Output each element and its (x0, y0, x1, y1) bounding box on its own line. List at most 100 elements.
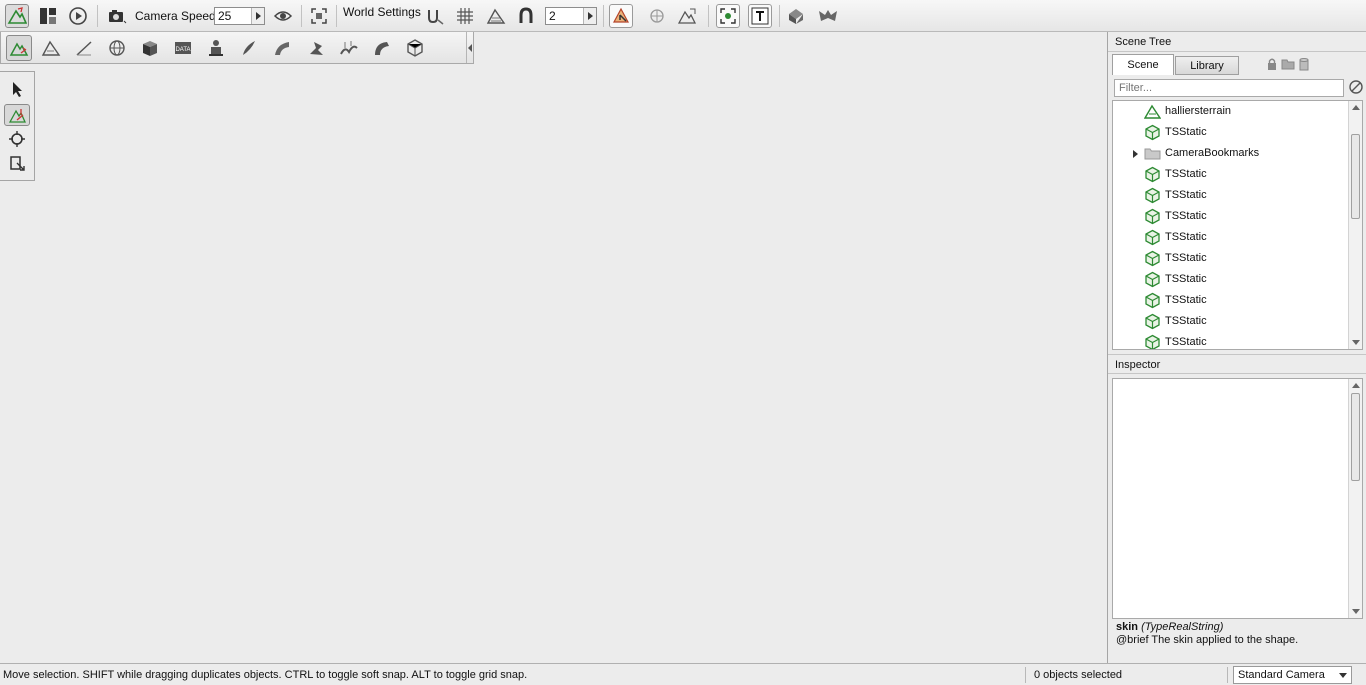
text-labels-icon[interactable] (748, 4, 772, 28)
tree-item[interactable]: TSStatic (1113, 248, 1349, 269)
tree-item-label: halliersterrain (1165, 105, 1232, 117)
snap-to-terrain-icon[interactable] (423, 4, 447, 28)
palette-collapse-handle[interactable] (466, 32, 473, 63)
inspector-scrollbar[interactable] (1348, 379, 1362, 618)
tsstatic-icon (1145, 166, 1160, 183)
camera-speed-value[interactable]: 25 (215, 9, 251, 23)
road-center-line (541, 361, 617, 663)
camera-icon[interactable] (105, 4, 129, 28)
terrain-icon (1144, 104, 1161, 119)
scroll-up-icon[interactable] (1352, 383, 1360, 388)
tree-item-label: TSStatic (1165, 168, 1207, 180)
tree-item[interactable]: TSStatic (1113, 227, 1349, 248)
snap-size-value[interactable]: 2 (546, 9, 583, 23)
tree-item[interactable]: TSStatic (1113, 332, 1349, 349)
scroll-up-icon[interactable] (1352, 105, 1360, 110)
data-block-icon[interactable]: DATA (170, 35, 196, 61)
terrain-snap-icon[interactable] (484, 4, 508, 28)
cube-icon[interactable] (137, 35, 163, 61)
tree-item-label: CameraBookmarks (1165, 147, 1260, 159)
delete-bin-icon[interactable] (1297, 57, 1311, 71)
object-label: halliersterrain (403, 396, 470, 408)
tab-library[interactable]: Library (1175, 56, 1239, 75)
new-folder-icon[interactable] (1281, 57, 1295, 71)
editor-palette: DATA (0, 32, 474, 64)
tree-item-label: TSStatic (1165, 189, 1207, 201)
field-type: (TypeRealString) (1141, 621, 1224, 633)
tree-item[interactable]: halliersterrain (1113, 101, 1349, 122)
move-gizmo-icon[interactable] (4, 104, 30, 126)
selection-box-icon[interactable] (716, 4, 740, 28)
gui-editor-icon[interactable] (36, 4, 60, 28)
object-select-icon[interactable] (609, 4, 633, 28)
status-bar: Move selection. SHIFT while dragging dup… (0, 663, 1366, 685)
camera-speed-field[interactable]: 25 (214, 7, 265, 25)
align-to-terrain-icon[interactable] (675, 4, 699, 28)
sketch-tool-icon[interactable] (71, 35, 97, 61)
bounds-center-icon[interactable] (645, 4, 669, 28)
expand-arrow-icon[interactable] (1133, 150, 1138, 158)
scale-gizmo-icon[interactable] (4, 152, 30, 174)
scene-tree-title: Scene Tree (1108, 32, 1366, 52)
terrain-painter-icon[interactable] (38, 35, 64, 61)
3d-viewport[interactable]: halliersterrain (0, 32, 1107, 663)
fit-selection-icon[interactable] (307, 4, 331, 28)
river-tool-icon[interactable] (303, 35, 329, 61)
river-icon[interactable] (816, 4, 840, 28)
tree-item[interactable]: TSStatic (1113, 122, 1349, 143)
tree-item-label: TSStatic (1165, 336, 1207, 348)
tree-item[interactable]: CameraBookmarks (1113, 143, 1349, 164)
snap-size-field[interactable]: 2 (545, 7, 597, 25)
camera-speed-arrow-icon[interactable] (251, 8, 264, 24)
scroll-down-icon[interactable] (1352, 340, 1360, 345)
world-settings-label[interactable]: World Settings (343, 5, 421, 19)
tree-item-label: TSStatic (1165, 294, 1207, 306)
road-icon[interactable] (269, 35, 295, 61)
magnet-icon[interactable] (514, 4, 538, 28)
tsstatic-icon (1145, 208, 1160, 225)
camera-speed-label: Camera Speed (135, 9, 216, 23)
tree-item[interactable]: TSStatic (1113, 290, 1349, 311)
tree-item[interactable]: TSStatic (1113, 311, 1349, 332)
mesh-road-icon[interactable] (784, 4, 808, 28)
folder-icon (1144, 148, 1161, 160)
stone-slab (0, 551, 450, 663)
inspector-fields[interactable] (1112, 378, 1363, 619)
selection-count: 0 objects selected (1034, 669, 1123, 681)
robot-icon[interactable] (203, 35, 229, 61)
tree-item[interactable]: TSStatic (1113, 269, 1349, 290)
tsstatic-icon (1145, 292, 1160, 309)
forest-icon[interactable] (236, 35, 262, 61)
clear-filter-icon[interactable] (1348, 79, 1364, 95)
scene-filter-input[interactable] (1114, 79, 1344, 97)
horizon-artifact (60, 284, 570, 296)
snap-size-arrow-icon[interactable] (583, 8, 596, 24)
rotate-gizmo-icon[interactable] (4, 128, 30, 150)
camera-mode-select[interactable]: Standard Camera (1233, 666, 1352, 684)
world-editor-icon[interactable] (5, 4, 29, 28)
bend-tool-icon[interactable] (369, 35, 395, 61)
shape-icon[interactable] (402, 35, 428, 61)
scroll-thumb[interactable] (1351, 134, 1360, 219)
scene-tree-scrollbar[interactable] (1348, 101, 1362, 349)
camera-mode-value: Standard Camera (1238, 669, 1325, 681)
play-game-icon[interactable] (66, 4, 90, 28)
terrain-editor-icon[interactable] (6, 35, 32, 61)
tree-item-label: TSStatic (1165, 252, 1207, 264)
scroll-thumb[interactable] (1351, 393, 1360, 481)
globe-icon[interactable] (104, 35, 130, 61)
tree-item[interactable]: TSStatic (1113, 206, 1349, 227)
scroll-down-icon[interactable] (1352, 609, 1360, 614)
visibility-eye-icon[interactable] (271, 4, 295, 28)
lock-icon[interactable] (1265, 57, 1279, 71)
tab-scene[interactable]: Scene (1112, 54, 1174, 75)
tsstatic-icon (1145, 313, 1160, 330)
grid-snap-icon[interactable] (453, 4, 477, 28)
tree-item[interactable]: TSStatic (1113, 164, 1349, 185)
select-arrow-icon[interactable] (4, 78, 30, 100)
mesh-road-tool-icon[interactable] (336, 35, 362, 61)
sky (0, 32, 1107, 294)
tree-item-label: TSStatic (1165, 210, 1207, 222)
scene-tree-list[interactable]: halliersterrain TSStatic CameraBookmarks TS… (1112, 100, 1363, 350)
tree-item[interactable]: TSStatic (1113, 185, 1349, 206)
